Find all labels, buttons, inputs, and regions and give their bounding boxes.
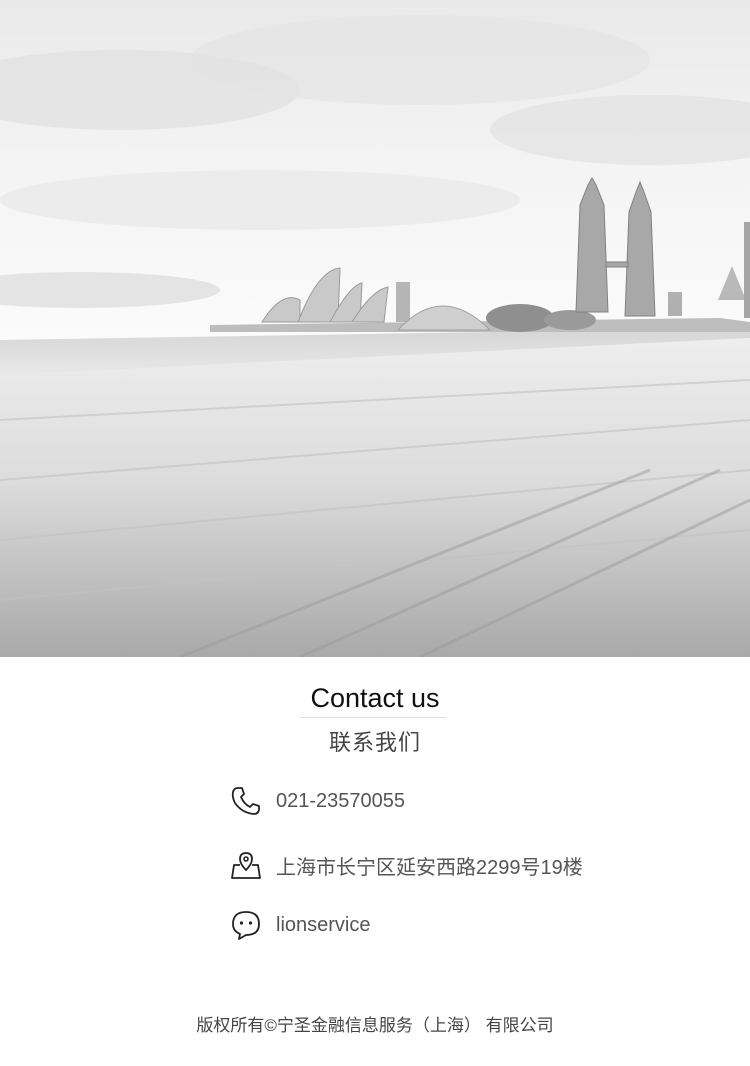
phone-row[interactable]: 021-23570055: [230, 785, 405, 817]
contact-section: Contact us 联系我们 021-23570055 上海市长宁区延安西路2…: [0, 657, 750, 1066]
skyline-image: [0, 0, 750, 657]
contact-title: Contact us: [310, 683, 440, 713]
wechat-id[interactable]: lionservice: [276, 914, 370, 937]
hero-banner: [0, 0, 750, 657]
wechat-row[interactable]: lionservice: [230, 909, 370, 941]
phone-icon: [230, 785, 262, 817]
phone-number[interactable]: 021-23570055: [276, 790, 405, 813]
title-divider: [300, 717, 446, 718]
chat-bubble-icon: [230, 909, 262, 941]
address-row: 上海市长宁区延安西路2299号19楼: [230, 849, 583, 881]
map-pin-icon: [230, 849, 262, 881]
address-text: 上海市长宁区延安西路2299号19楼: [276, 856, 583, 879]
contact-subtitle: 联系我们: [328, 730, 421, 755]
copyright-footer: 版权所有©宁圣金融信息服务（上海） 有限公司: [196, 1016, 554, 1035]
